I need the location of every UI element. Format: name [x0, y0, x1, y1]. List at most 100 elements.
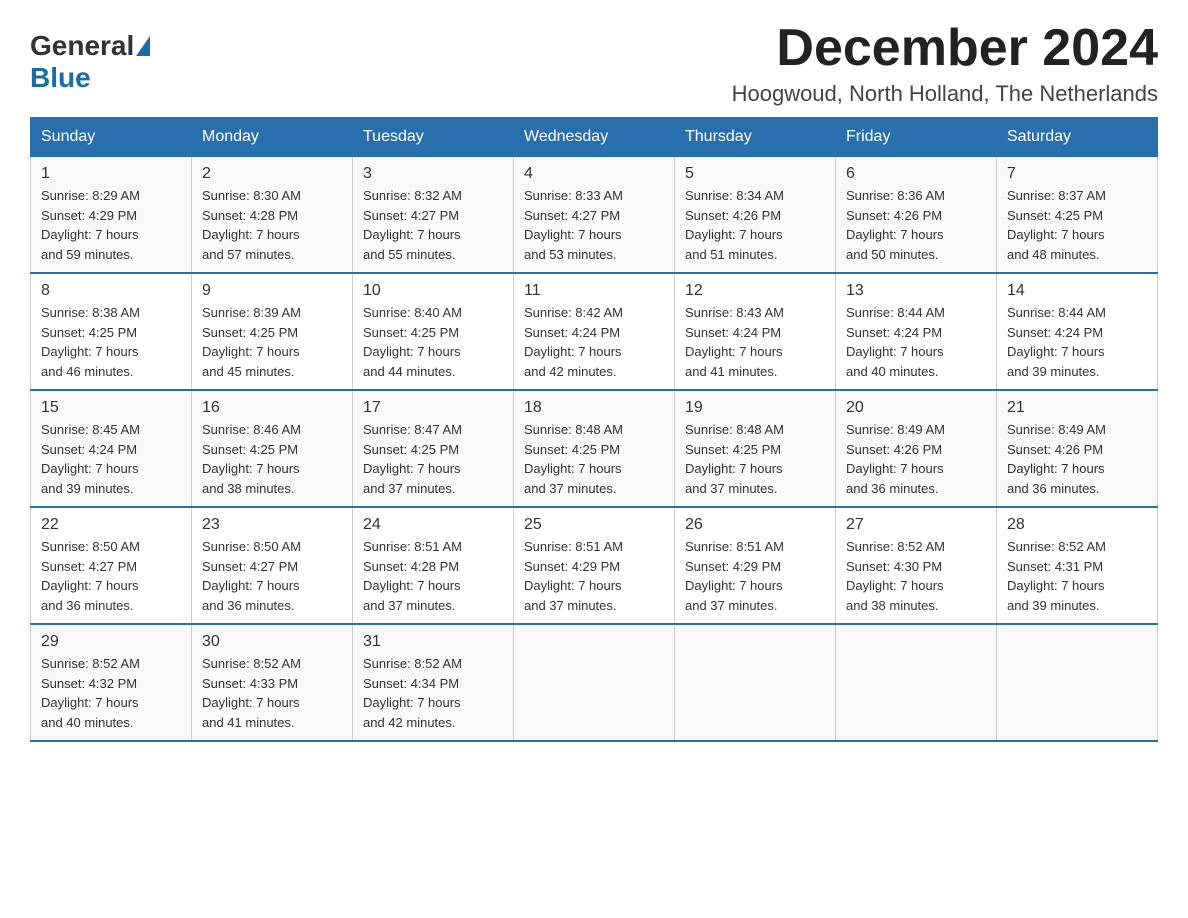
page-header: General Blue December 2024 Hoogwoud, Nor…	[30, 20, 1158, 107]
logo-general-text: General	[30, 30, 134, 62]
month-title: December 2024	[732, 20, 1158, 77]
calendar-day-cell: 14 Sunrise: 8:44 AM Sunset: 4:24 PM Dayl…	[997, 273, 1158, 390]
day-info: Sunrise: 8:34 AM Sunset: 4:26 PM Dayligh…	[685, 186, 825, 264]
day-info: Sunrise: 8:48 AM Sunset: 4:25 PM Dayligh…	[524, 420, 664, 498]
calendar-day-cell: 7 Sunrise: 8:37 AM Sunset: 4:25 PM Dayli…	[997, 157, 1158, 274]
calendar-day-cell	[514, 624, 675, 741]
calendar-week-row: 15 Sunrise: 8:45 AM Sunset: 4:24 PM Dayl…	[31, 390, 1158, 507]
day-info: Sunrise: 8:43 AM Sunset: 4:24 PM Dayligh…	[685, 303, 825, 381]
calendar-day-cell	[675, 624, 836, 741]
day-number: 14	[1007, 282, 1147, 300]
calendar-day-cell: 15 Sunrise: 8:45 AM Sunset: 4:24 PM Dayl…	[31, 390, 192, 507]
location-subtitle: Hoogwoud, North Holland, The Netherlands	[732, 81, 1158, 107]
day-info: Sunrise: 8:36 AM Sunset: 4:26 PM Dayligh…	[846, 186, 986, 264]
calendar-day-cell: 17 Sunrise: 8:47 AM Sunset: 4:25 PM Dayl…	[353, 390, 514, 507]
header-wednesday: Wednesday	[514, 118, 675, 157]
day-info: Sunrise: 8:50 AM Sunset: 4:27 PM Dayligh…	[41, 537, 181, 615]
calendar-day-cell: 16 Sunrise: 8:46 AM Sunset: 4:25 PM Dayl…	[192, 390, 353, 507]
day-number: 21	[1007, 399, 1147, 417]
day-number: 9	[202, 282, 342, 300]
calendar-day-cell: 1 Sunrise: 8:29 AM Sunset: 4:29 PM Dayli…	[31, 157, 192, 274]
day-info: Sunrise: 8:50 AM Sunset: 4:27 PM Dayligh…	[202, 537, 342, 615]
day-info: Sunrise: 8:38 AM Sunset: 4:25 PM Dayligh…	[41, 303, 181, 381]
calendar-day-cell: 10 Sunrise: 8:40 AM Sunset: 4:25 PM Dayl…	[353, 273, 514, 390]
day-number: 15	[41, 399, 181, 417]
day-info: Sunrise: 8:46 AM Sunset: 4:25 PM Dayligh…	[202, 420, 342, 498]
day-info: Sunrise: 8:40 AM Sunset: 4:25 PM Dayligh…	[363, 303, 503, 381]
day-info: Sunrise: 8:39 AM Sunset: 4:25 PM Dayligh…	[202, 303, 342, 381]
day-info: Sunrise: 8:51 AM Sunset: 4:29 PM Dayligh…	[685, 537, 825, 615]
day-number: 12	[685, 282, 825, 300]
day-number: 4	[524, 165, 664, 183]
calendar-day-cell: 12 Sunrise: 8:43 AM Sunset: 4:24 PM Dayl…	[675, 273, 836, 390]
day-info: Sunrise: 8:49 AM Sunset: 4:26 PM Dayligh…	[846, 420, 986, 498]
calendar-week-row: 1 Sunrise: 8:29 AM Sunset: 4:29 PM Dayli…	[31, 157, 1158, 274]
calendar-day-cell: 24 Sunrise: 8:51 AM Sunset: 4:28 PM Dayl…	[353, 507, 514, 624]
day-number: 10	[363, 282, 503, 300]
calendar-day-cell: 8 Sunrise: 8:38 AM Sunset: 4:25 PM Dayli…	[31, 273, 192, 390]
day-number: 7	[1007, 165, 1147, 183]
calendar-day-cell	[997, 624, 1158, 741]
calendar-day-cell: 22 Sunrise: 8:50 AM Sunset: 4:27 PM Dayl…	[31, 507, 192, 624]
day-number: 17	[363, 399, 503, 417]
day-number: 8	[41, 282, 181, 300]
day-number: 11	[524, 282, 664, 300]
calendar-day-cell: 25 Sunrise: 8:51 AM Sunset: 4:29 PM Dayl…	[514, 507, 675, 624]
day-number: 16	[202, 399, 342, 417]
day-number: 25	[524, 516, 664, 534]
day-info: Sunrise: 8:52 AM Sunset: 4:32 PM Dayligh…	[41, 654, 181, 732]
calendar-day-cell: 11 Sunrise: 8:42 AM Sunset: 4:24 PM Dayl…	[514, 273, 675, 390]
header-monday: Monday	[192, 118, 353, 157]
calendar-week-row: 8 Sunrise: 8:38 AM Sunset: 4:25 PM Dayli…	[31, 273, 1158, 390]
day-info: Sunrise: 8:37 AM Sunset: 4:25 PM Dayligh…	[1007, 186, 1147, 264]
day-info: Sunrise: 8:29 AM Sunset: 4:29 PM Dayligh…	[41, 186, 181, 264]
header-tuesday: Tuesday	[353, 118, 514, 157]
day-info: Sunrise: 8:33 AM Sunset: 4:27 PM Dayligh…	[524, 186, 664, 264]
day-number: 2	[202, 165, 342, 183]
calendar-day-cell: 19 Sunrise: 8:48 AM Sunset: 4:25 PM Dayl…	[675, 390, 836, 507]
day-info: Sunrise: 8:51 AM Sunset: 4:28 PM Dayligh…	[363, 537, 503, 615]
day-info: Sunrise: 8:52 AM Sunset: 4:34 PM Dayligh…	[363, 654, 503, 732]
day-info: Sunrise: 8:47 AM Sunset: 4:25 PM Dayligh…	[363, 420, 503, 498]
logo-triangle-icon	[136, 36, 150, 56]
header-friday: Friday	[836, 118, 997, 157]
day-info: Sunrise: 8:42 AM Sunset: 4:24 PM Dayligh…	[524, 303, 664, 381]
calendar-table: Sunday Monday Tuesday Wednesday Thursday…	[30, 117, 1158, 742]
calendar-day-cell: 31 Sunrise: 8:52 AM Sunset: 4:34 PM Dayl…	[353, 624, 514, 741]
calendar-day-cell	[836, 624, 997, 741]
day-info: Sunrise: 8:52 AM Sunset: 4:30 PM Dayligh…	[846, 537, 986, 615]
calendar-day-cell: 2 Sunrise: 8:30 AM Sunset: 4:28 PM Dayli…	[192, 157, 353, 274]
title-area: December 2024 Hoogwoud, North Holland, T…	[732, 20, 1158, 107]
calendar-day-cell: 20 Sunrise: 8:49 AM Sunset: 4:26 PM Dayl…	[836, 390, 997, 507]
day-number: 23	[202, 516, 342, 534]
calendar-day-cell: 6 Sunrise: 8:36 AM Sunset: 4:26 PM Dayli…	[836, 157, 997, 274]
day-number: 13	[846, 282, 986, 300]
day-number: 31	[363, 633, 503, 651]
day-number: 29	[41, 633, 181, 651]
calendar-day-cell: 30 Sunrise: 8:52 AM Sunset: 4:33 PM Dayl…	[192, 624, 353, 741]
day-number: 19	[685, 399, 825, 417]
calendar-day-cell: 21 Sunrise: 8:49 AM Sunset: 4:26 PM Dayl…	[997, 390, 1158, 507]
calendar-day-cell: 5 Sunrise: 8:34 AM Sunset: 4:26 PM Dayli…	[675, 157, 836, 274]
day-number: 18	[524, 399, 664, 417]
day-number: 6	[846, 165, 986, 183]
calendar-day-cell: 28 Sunrise: 8:52 AM Sunset: 4:31 PM Dayl…	[997, 507, 1158, 624]
calendar-header-row: Sunday Monday Tuesday Wednesday Thursday…	[31, 118, 1158, 157]
header-thursday: Thursday	[675, 118, 836, 157]
day-number: 27	[846, 516, 986, 534]
day-number: 3	[363, 165, 503, 183]
day-number: 20	[846, 399, 986, 417]
logo: General Blue	[30, 30, 152, 94]
day-info: Sunrise: 8:51 AM Sunset: 4:29 PM Dayligh…	[524, 537, 664, 615]
calendar-day-cell: 3 Sunrise: 8:32 AM Sunset: 4:27 PM Dayli…	[353, 157, 514, 274]
day-number: 30	[202, 633, 342, 651]
day-info: Sunrise: 8:44 AM Sunset: 4:24 PM Dayligh…	[846, 303, 986, 381]
day-number: 22	[41, 516, 181, 534]
calendar-day-cell: 27 Sunrise: 8:52 AM Sunset: 4:30 PM Dayl…	[836, 507, 997, 624]
day-number: 5	[685, 165, 825, 183]
header-saturday: Saturday	[997, 118, 1158, 157]
day-info: Sunrise: 8:44 AM Sunset: 4:24 PM Dayligh…	[1007, 303, 1147, 381]
logo-blue-text: Blue	[30, 62, 91, 93]
day-info: Sunrise: 8:45 AM Sunset: 4:24 PM Dayligh…	[41, 420, 181, 498]
day-info: Sunrise: 8:48 AM Sunset: 4:25 PM Dayligh…	[685, 420, 825, 498]
